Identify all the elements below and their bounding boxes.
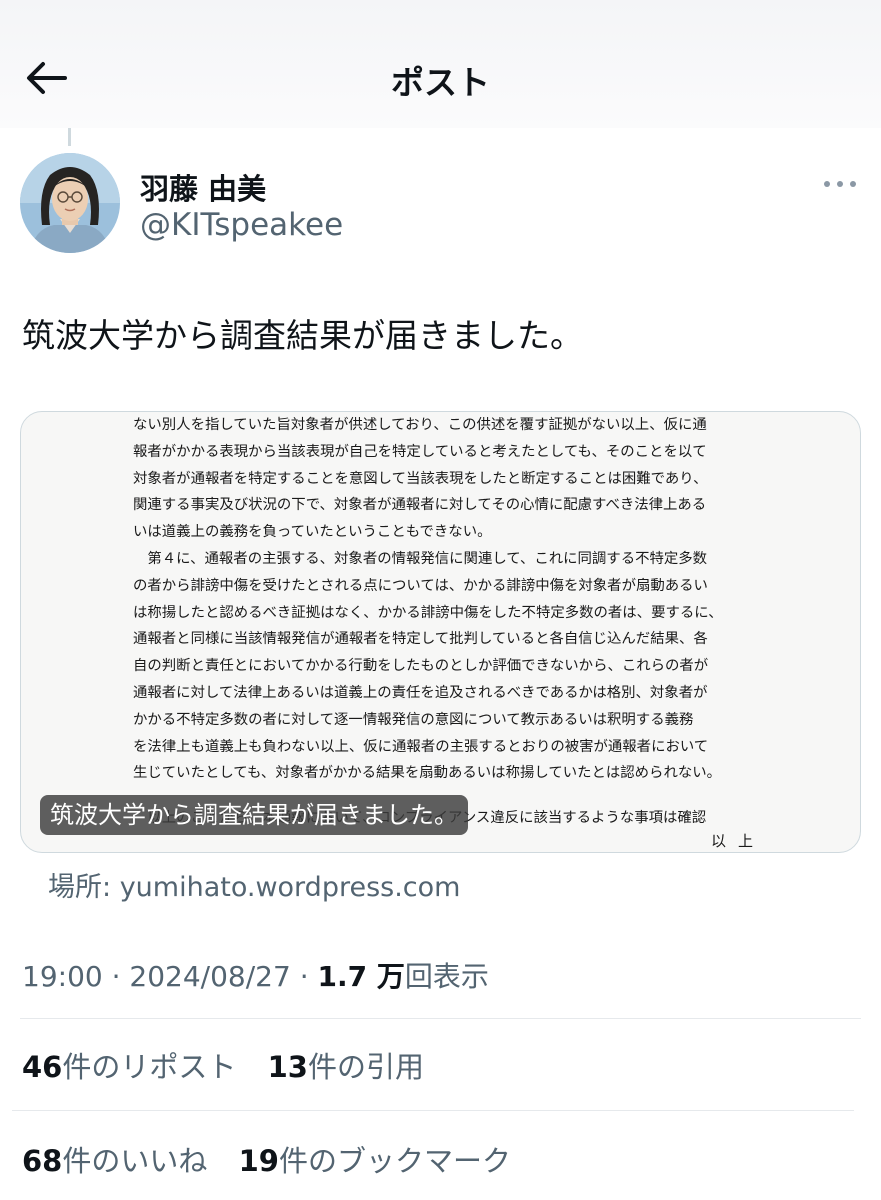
top-bar: ポスト xyxy=(0,0,881,128)
document-line: を法律上も道義上も負わない以上、仮に通報者の主張するとおりの被害が通報者において xyxy=(133,738,709,755)
location-label: 場所: xyxy=(48,872,120,903)
location-domain: yumihato.wordpress.com xyxy=(119,872,461,903)
timestamp-and-views: 19:00 · 2024/08/27 · 1.7 万回表示 xyxy=(22,955,489,995)
quote-label: 件の引用 xyxy=(307,1050,424,1084)
document-line: 生じていたとしても、対象者がかかる結果を扇動あるいは称揚していたとは認められない… xyxy=(133,765,722,782)
document-line: 自の判断と責任とにおいてかかる行動をしたものとしか評価できないから、これらの者が xyxy=(133,658,709,675)
attached-image[interactable]: ない別人を指していた旨対象者が供述しており、この供述を覆す証拠がない以上、仮に通… xyxy=(20,411,861,853)
document-line: かかる不特定多数の者に対して逐一情報発信の意図について教示あるいは釈明する義務 xyxy=(133,711,694,728)
more-horizontal-icon xyxy=(824,181,856,187)
document-line: 対象者が通報者を特定することを意図して当該表現をしたと断定することは困難であり、 xyxy=(133,470,708,487)
more-options-button[interactable] xyxy=(818,170,862,198)
document-line: 第４に、通報者の主張する、対象者の情報発信に関連して、これに同調する不特定多数 xyxy=(133,550,708,567)
image-caption-badge: 筑波大学から調査結果が届きました。 xyxy=(40,795,468,835)
document-end-mark: 以上 xyxy=(711,832,766,850)
location-link[interactable]: 場所: yumihato.wordpress.com xyxy=(48,865,460,904)
document-line: の者から誹謗中傷を受けたとされる点については、かかる誹謗中傷を対象者が扇動あるい xyxy=(133,577,708,594)
divider xyxy=(12,1110,854,1111)
bookmark-label: 件のブックマーク xyxy=(278,1144,511,1178)
document-text: ない別人を指していた旨対象者が供述しており、この供述を覆す証拠がない以上、仮に通… xyxy=(133,412,773,832)
separator: · xyxy=(290,960,318,993)
document-line: 関連する事実及び状況の下で、対象者が通報者に対してその心情に配慮すべき法律上ある xyxy=(133,497,707,514)
document-line: ない別人を指していた旨対象者が供述しており、この供述を覆す証拠がない以上、仮に通 xyxy=(133,417,707,433)
repost-count-link[interactable]: 46件のリポスト xyxy=(22,1044,236,1086)
like-label: 件のいいね xyxy=(62,1144,208,1178)
separator: · xyxy=(102,960,130,993)
document-line: 通報者と同様に当該情報発信が通報者を特定して批判していると各自信じ込んだ結果、各 xyxy=(133,631,708,648)
bookmark-count: 19 xyxy=(238,1144,279,1178)
author-handle[interactable]: @KITspeakee xyxy=(140,207,343,243)
document-line: 通報者に対して法律上あるいは道義上の責任を追及されるべきであるかは格別、対象者が xyxy=(133,684,708,701)
repost-label: 件のリポスト xyxy=(62,1050,237,1084)
document-line: は称揚したと認めるべき証拠はなく、かかる誹謗中傷をした不特定多数の者は、要するに… xyxy=(133,604,723,621)
post-date[interactable]: 2024/08/27 xyxy=(129,960,290,993)
quote-count: 13 xyxy=(267,1050,308,1084)
like-count: 68 xyxy=(22,1144,63,1178)
view-label: 回表示 xyxy=(404,960,489,993)
author-display-name[interactable]: 羽藤 由美 xyxy=(140,166,266,208)
quote-count-link[interactable]: 13件の引用 xyxy=(268,1044,424,1086)
document-line: 報者がかかる表現から当該表現が自己を特定していると考えたとしても、そのことを以て xyxy=(133,443,707,460)
tweet-text: 筑波大学から調査結果が届きました。 xyxy=(22,316,583,355)
page-title: ポスト xyxy=(391,63,490,102)
divider xyxy=(20,1018,861,1019)
engagement-stats-row-2: 68件のいいね 19件のブックマーク xyxy=(22,1138,533,1180)
view-count: 1.7 万 xyxy=(317,960,405,993)
like-count-link[interactable]: 68件のいいね xyxy=(22,1138,207,1180)
engagement-stats-row-1: 46件のリポスト 13件の引用 xyxy=(22,1044,446,1086)
avatar[interactable] xyxy=(20,153,120,253)
document-line: いは道義上の義務を負っていたということもできない。 xyxy=(133,524,492,541)
post-time[interactable]: 19:00 xyxy=(22,960,103,993)
repost-count: 46 xyxy=(22,1050,63,1084)
thread-connector-line xyxy=(68,128,71,146)
bookmark-count-link[interactable]: 19件のブックマーク xyxy=(239,1138,511,1180)
